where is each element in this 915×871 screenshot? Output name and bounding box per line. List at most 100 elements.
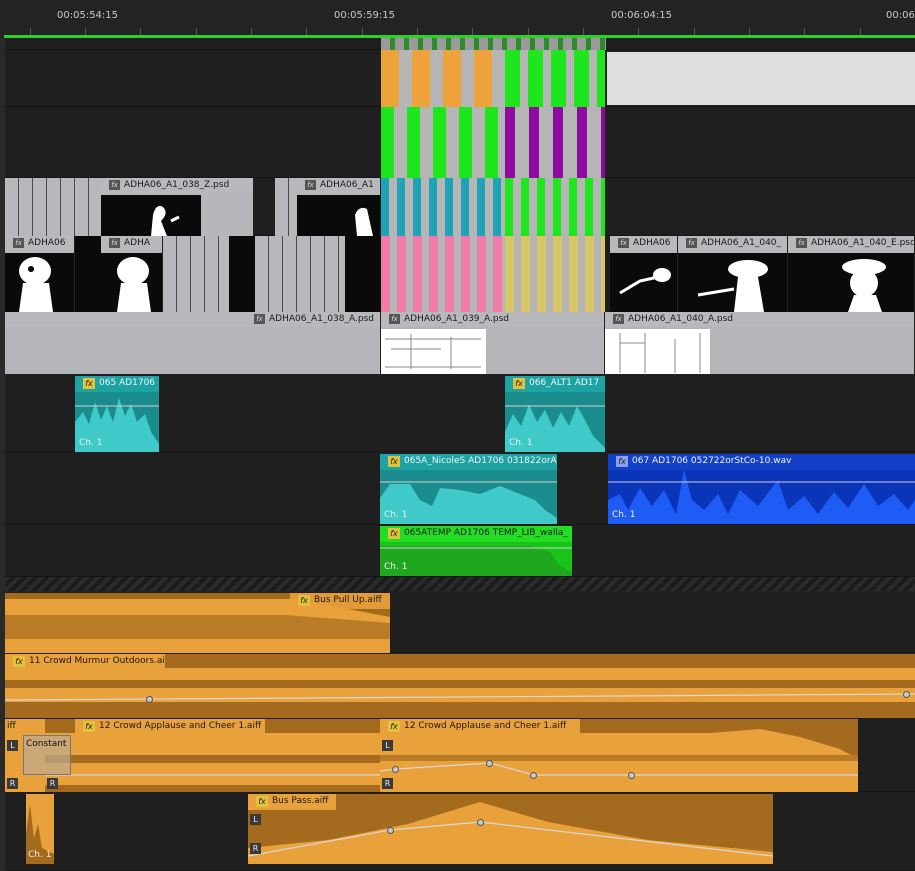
- video-clip-040[interactable]: fx ADHA06_A1_040_: [678, 236, 788, 312]
- video-clip-040-a[interactable]: fx ADHA06_A1_040_A.psd: [605, 312, 915, 374]
- clip-name: ADHA06_A1_040_A.psd: [628, 314, 733, 324]
- audio-clip-065a[interactable]: fx 065A_NicoleS AD1706 031822orAO Ch. 1: [380, 454, 557, 524]
- clip-header: fx 11 Crowd Murmur Outdoors.aiff: [5, 654, 165, 670]
- video-clip-adha06[interactable]: fx ADHA06: [5, 236, 75, 312]
- clip-header: fx Bus Pull Up.aiff: [290, 593, 390, 609]
- orange-clip-group[interactable]: [381, 50, 505, 107]
- cyan-clip-group[interactable]: [381, 178, 505, 236]
- audio-clip-bus-pull-up[interactable]: fx Bus Pull Up.aiff: [5, 593, 390, 653]
- fx-badge: fx: [618, 238, 629, 248]
- waveform: [380, 546, 572, 576]
- video-clip-038-z[interactable]: fx ADHA06_A1_038_Z.psd: [101, 178, 254, 236]
- thumbnail: [605, 329, 710, 374]
- pink-clip-group[interactable]: [381, 236, 505, 312]
- channel-label: Ch. 1: [28, 850, 52, 860]
- clip-name: Bus Pull Up.aiff: [314, 595, 382, 605]
- video-clip[interactable]: [255, 236, 345, 312]
- video-clip-adha[interactable]: fx ADHA: [101, 236, 163, 312]
- clip-name: ADHA: [124, 238, 151, 248]
- timecode-1: 00:05:54:15: [57, 10, 119, 21]
- video-track-3: fx ADHA06_A1_038_Z.psd fx ADHA06_A1: [5, 178, 915, 236]
- clip-name: ADHA06_A1_038_A.psd: [269, 314, 374, 324]
- clip-header: fx ADHA: [101, 236, 162, 251]
- keyframe[interactable]: [146, 696, 153, 703]
- clip-header: fx ADHA06_A1_040_: [678, 236, 787, 251]
- fx-badge: fx: [613, 314, 624, 324]
- track-header-edge: [0, 38, 5, 871]
- nested-strip[interactable]: [381, 38, 606, 50]
- video-clip[interactable]: [229, 236, 255, 312]
- transition-label: Constant P: [26, 739, 71, 749]
- video-track-6: [5, 38, 915, 50]
- keyframe[interactable]: [530, 772, 537, 779]
- keyframe[interactable]: [486, 760, 493, 767]
- green-clip-group[interactable]: [381, 107, 505, 178]
- video-clip[interactable]: [345, 236, 381, 312]
- yellow-clip-group[interactable]: [505, 236, 605, 312]
- video-clip-a1[interactable]: fx ADHA06_A1: [297, 178, 381, 236]
- channel-label: Ch. 1: [612, 510, 636, 520]
- purple-clip-group[interactable]: [505, 107, 605, 178]
- audio-clip-067[interactable]: fx 067 AD1706 052722orStCo-10.wav Ch. 1: [608, 454, 915, 524]
- video-clip-040-e[interactable]: fx ADHA06_A1_040_E.psd: [788, 236, 915, 312]
- fx-badge: fx: [305, 180, 316, 190]
- video-clip-038-a[interactable]: fx ADHA06_A1_038_A.psd: [5, 312, 381, 374]
- clip-name: 065 AD1706: [99, 378, 156, 388]
- video-clip-adha06-b[interactable]: fx ADHA06: [610, 236, 678, 312]
- clip-name: 12 Crowd Applause and Cheer 1.aiff: [404, 721, 567, 731]
- white-matte-clip[interactable]: [607, 52, 915, 105]
- video-clip[interactable]: [75, 236, 101, 312]
- audio-clip-bus-pass[interactable]: fx Bus Pass.aiff L R: [248, 794, 773, 864]
- clip-header: fx ADHA06_A1_040_E.psd: [788, 236, 914, 251]
- thumbnail: [5, 253, 74, 312]
- audio-clip-065atemp[interactable]: fx 065ATEMP AD1706 TEMP_LIB_walla_ Ch. 1: [380, 526, 572, 576]
- audio-track-sfx-4: Ch. 1 fx Bus Pass.aiff L R: [5, 792, 915, 871]
- audio-clip-applause-1[interactable]: fx 12 Crowd Applause and Cheer 1.aiff R: [45, 719, 380, 792]
- thumbnail: [678, 253, 787, 312]
- audio-clip-066[interactable]: fx 066_ALT1 AD17 Ch. 1: [505, 376, 605, 452]
- clip-name: 065ATEMP AD1706 TEMP_LIB_walla_: [404, 528, 568, 538]
- keyframe[interactable]: [387, 827, 394, 834]
- fx-badge: fx: [796, 238, 807, 248]
- audio-clip-065[interactable]: fx 065 AD1706 Ch. 1: [75, 376, 159, 452]
- video-track-2: fx ADHA06 fx ADHA fx ADHA06 fx ADHA06_A1_040…: [5, 236, 915, 312]
- clip-name: 067 AD1706 052722orStCo-10.wav: [632, 456, 792, 466]
- thumbnail: [101, 195, 201, 236]
- keyframe[interactable]: [628, 772, 635, 779]
- video-clip[interactable]: [5, 178, 101, 236]
- audio-clip-short[interactable]: Ch. 1: [26, 794, 54, 864]
- clip-name: Bus Pass.aiff: [272, 796, 329, 806]
- clip-name: ADHA06: [633, 238, 671, 248]
- audio-clip-crowd-murmur[interactable]: fx 11 Crowd Murmur Outdoors.aiff: [5, 654, 915, 718]
- green-clip-group[interactable]: [505, 178, 605, 236]
- fx-badge: fx: [13, 238, 24, 248]
- video-track-1: fx ADHA06_A1_038_A.psd fx ADHA06_A1_039_A.…: [5, 312, 915, 374]
- video-clip-039-a[interactable]: fx ADHA06_A1_039_A.psd: [381, 312, 605, 374]
- clip-header: fx ADHA06_A1_040_A.psd: [605, 312, 914, 327]
- audio-track-1: fx 065 AD1706 Ch. 1 fx 066_ALT1 AD17 Ch. 1: [5, 374, 915, 452]
- keyframe[interactable]: [477, 819, 484, 826]
- thumbnail: [101, 253, 162, 312]
- transition-constant-power[interactable]: Constant P: [23, 735, 71, 775]
- video-clip[interactable]: [163, 236, 229, 312]
- green-clip-group[interactable]: [505, 50, 605, 107]
- character-sketch-icon: [355, 207, 373, 236]
- video-clip[interactable]: [275, 178, 297, 236]
- track-divider[interactable]: [5, 577, 915, 591]
- character-sketch-icon: [842, 259, 886, 312]
- channel-label: Ch. 1: [384, 562, 408, 572]
- clip-header: iff: [5, 719, 45, 735]
- audio-clip-applause-2[interactable]: fx 12 Crowd Applause and Cheer 1.aiff L R: [380, 719, 858, 792]
- fx-badge: fx: [388, 456, 400, 467]
- clip-name: ADHA06_A1_040_: [701, 238, 782, 248]
- timeline-ruler[interactable]: 00:05:54:15 00:05:59:15 00:06:04:15 00:0…: [0, 0, 915, 36]
- right-channel-label: R: [250, 843, 261, 854]
- keyframe[interactable]: [903, 691, 910, 698]
- timecode-2: 00:05:59:15: [334, 10, 396, 21]
- clip-header: fx 065ATEMP AD1706 TEMP_LIB_walla_: [380, 526, 572, 542]
- clip-name: 12 Crowd Applause and Cheer 1.aiff: [99, 721, 262, 731]
- clip-name: ADHA06_A1_039_A.psd: [404, 314, 509, 324]
- keyframe[interactable]: [392, 766, 399, 773]
- timecode-3: 00:06:04:15: [611, 10, 673, 21]
- clip-name: ADHA06: [28, 238, 66, 248]
